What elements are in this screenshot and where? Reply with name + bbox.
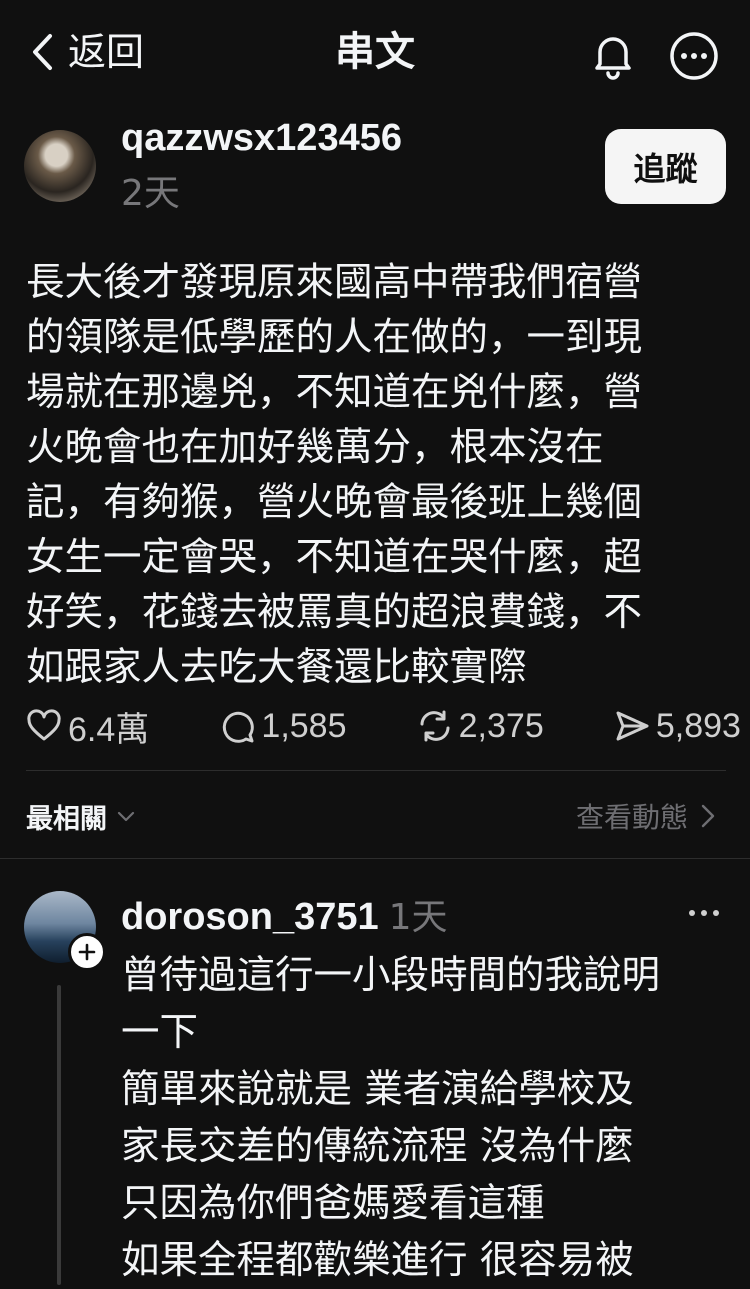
reply-timestamp: 1天 — [388, 897, 448, 938]
more-icon — [689, 910, 719, 916]
notifications-button[interactable] — [588, 30, 638, 80]
reply-body: 曾待過這行一小段時間的我說明 一下 簡單來說就是 業者演給學校及 家長交差的傳統… — [121, 953, 661, 1283]
more-circle-icon — [670, 32, 718, 80]
sort-dropdown[interactable]: 最相關 — [26, 796, 137, 836]
post-timestamp: 2天 — [121, 173, 180, 214]
follow-button[interactable]: 追蹤 — [605, 129, 726, 204]
like-count: 6.4萬 — [68, 710, 150, 749]
thread-line — [57, 985, 61, 1285]
reply-header: doroson_3751 1天 — [121, 888, 448, 940]
repost-count: 2,375 — [458, 706, 544, 745]
divider — [0, 858, 750, 859]
like-button[interactable]: 6.4萬 — [26, 702, 149, 751]
view-activity-label: 查看動態 — [575, 801, 688, 834]
plus-icon — [78, 943, 96, 961]
comment-count: 1,585 — [261, 706, 347, 745]
reply-more-button[interactable] — [684, 898, 724, 928]
heart-icon — [27, 709, 61, 741]
share-button[interactable]: 5,893 — [614, 707, 741, 746]
divider — [26, 770, 726, 771]
bell-icon — [595, 37, 631, 80]
chevron-down-icon — [117, 811, 135, 822]
sort-label: 最相關 — [26, 803, 107, 835]
repost-button[interactable]: 2,375 — [417, 707, 544, 746]
comment-button[interactable]: 1,585 — [219, 706, 347, 746]
post-body: 長大後才發現原來國高中帶我們宿營 的領隊是低學歷的人在做的，一到現 場就在那邊兇… — [26, 260, 643, 690]
post-actions: 6.4萬 1,585 2,375 5,893 — [26, 702, 741, 751]
avatar[interactable] — [24, 130, 96, 202]
send-icon — [616, 711, 649, 741]
chevron-right-icon — [701, 804, 715, 828]
reply-username[interactable]: doroson_3751 — [121, 896, 379, 939]
share-count: 5,893 — [655, 706, 741, 745]
repost-icon — [420, 710, 450, 742]
more-options-button[interactable] — [668, 30, 720, 82]
view-activity-link[interactable]: 查看動態 — [576, 796, 716, 836]
comment-icon — [223, 711, 255, 743]
follow-reply-author-button[interactable] — [68, 933, 106, 971]
post-username[interactable]: qazzwsx123456 — [121, 116, 402, 162]
